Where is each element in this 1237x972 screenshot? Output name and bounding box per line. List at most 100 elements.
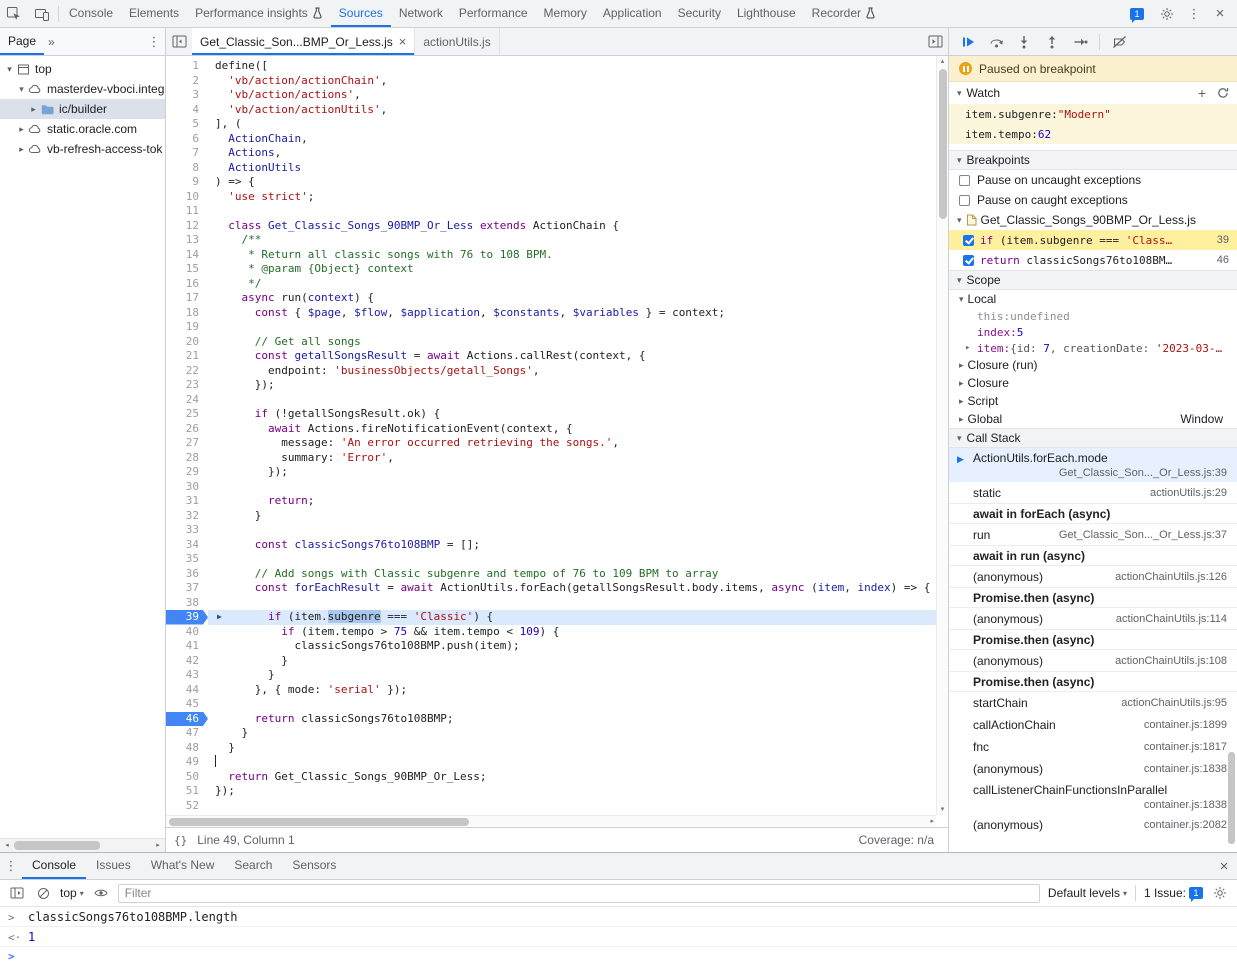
deactivate-breakpoints-icon[interactable] xyxy=(1110,33,1128,51)
line-number[interactable]: 45 xyxy=(166,697,208,712)
scope-section-closure-run[interactable]: ▸Closure (run) xyxy=(949,356,1237,374)
line-number[interactable]: 11 xyxy=(166,204,208,219)
line-number[interactable]: 44 xyxy=(166,683,208,698)
code-text[interactable]: } xyxy=(208,668,936,683)
watch-item[interactable]: item.subgenre: "Modern" xyxy=(949,104,1237,124)
tree-item-static-oracle-com[interactable]: ▸static.oracle.com xyxy=(0,119,165,139)
line-number[interactable]: 47 xyxy=(166,726,208,741)
tab-network[interactable]: Network xyxy=(391,0,451,27)
live-expression-eye-icon[interactable] xyxy=(92,884,110,902)
chevron-down-icon[interactable]: ▾ xyxy=(4,64,15,75)
code-text[interactable]: classicSongs76to108BMP.push(item); xyxy=(208,639,936,654)
log-levels-dropdown[interactable]: Default levels ▾ xyxy=(1048,886,1127,900)
code-text[interactable]: summary: 'Error', xyxy=(208,451,936,466)
tree-item-ic-builder[interactable]: ▸ic/builder xyxy=(0,99,165,119)
code-text[interactable]: 'use strict'; xyxy=(208,190,936,205)
code-text[interactable]: async run(context) { xyxy=(208,291,936,306)
line-number[interactable]: 38 xyxy=(166,596,208,611)
scrollbar-thumb[interactable] xyxy=(939,69,947,219)
drawer-menu-icon[interactable]: ⋮ xyxy=(0,858,22,874)
scope-section-local[interactable]: ▾Local xyxy=(949,290,1237,308)
code-text[interactable]: /** xyxy=(208,233,936,248)
code-lines[interactable]: 1define([2 'vb/action/actionChain',3 'vb… xyxy=(166,56,936,815)
drawer-tab-what-s-new[interactable]: What's New xyxy=(141,853,225,879)
tab-security[interactable]: Security xyxy=(670,0,729,27)
tab-performance[interactable]: Performance xyxy=(451,0,536,27)
tab-memory[interactable]: Memory xyxy=(536,0,595,27)
line-number[interactable]: 2 xyxy=(166,74,208,89)
issues-counter-icon[interactable]: 1 xyxy=(1123,0,1151,27)
code-text[interactable]: * Return all classic songs with 76 to 10… xyxy=(208,248,936,263)
console-input-row[interactable]: >classicSongs76to108BMP.length xyxy=(0,907,1237,927)
console-sidebar-icon[interactable] xyxy=(8,884,26,902)
line-number[interactable]: 5 xyxy=(166,117,208,132)
line-number[interactable]: 6 xyxy=(166,132,208,147)
file-tab-get-classic-son-bmp-or-less-js[interactable]: Get_Classic_Son...BMP_Or_Less.js× xyxy=(192,28,415,55)
toggle-debugger-sidebar-icon[interactable] xyxy=(922,28,948,55)
code-text[interactable] xyxy=(208,697,936,712)
scope-section-closure[interactable]: ▸Closure xyxy=(949,374,1237,392)
line-number[interactable]: 10 xyxy=(166,190,208,205)
line-number[interactable]: 7 xyxy=(166,146,208,161)
code-text[interactable]: define([ xyxy=(208,59,936,74)
stack-frame-static[interactable]: staticactionUtils.js:29 xyxy=(949,482,1237,504)
line-number[interactable]: 40 xyxy=(166,625,208,640)
step-over-icon[interactable] xyxy=(987,33,1005,51)
chevron-right-icon[interactable]: ▸ xyxy=(16,144,27,155)
code-text[interactable]: endpoint: 'businessObjects/getall_Songs'… xyxy=(208,364,936,379)
line-number[interactable]: 18 xyxy=(166,306,208,321)
line-number[interactable]: 36 xyxy=(166,567,208,582)
line-number[interactable]: 28 xyxy=(166,451,208,466)
line-number[interactable]: 37 xyxy=(166,581,208,596)
pretty-print-icon[interactable]: {} xyxy=(174,834,187,847)
line-number[interactable]: 4 xyxy=(166,103,208,118)
close-devtools-icon[interactable]: × xyxy=(1207,5,1233,22)
scroll-right-icon[interactable]: ▸ xyxy=(930,816,934,828)
code-text[interactable] xyxy=(208,393,936,408)
navigator-horizontal-scrollbar[interactable]: ◂ ▸ xyxy=(0,838,165,852)
code-text[interactable]: ], ( xyxy=(208,117,936,132)
code-text[interactable]: ) => { xyxy=(208,175,936,190)
code-text[interactable]: message: 'An error occurred retrieving t… xyxy=(208,436,936,451)
scope-variable-item[interactable]: ▸item: {id: 7, creationDate: '2023-03-… xyxy=(949,340,1237,356)
stack-frame-startchain[interactable]: startChainactionChainUtils.js:95 xyxy=(949,692,1237,714)
scope-variable-index[interactable]: index: 5 xyxy=(949,324,1237,340)
console-messages[interactable]: >classicSongs76to108BMP.length<·1> xyxy=(0,907,1237,972)
breakpoint-entry[interactable]: if (item.subgenre === 'Class…39 xyxy=(949,230,1237,250)
more-navigator-tabs-icon[interactable]: » xyxy=(44,35,59,49)
line-number[interactable]: 17 xyxy=(166,291,208,306)
line-number[interactable]: 25 xyxy=(166,407,208,422)
line-number[interactable]: 52 xyxy=(166,799,208,814)
tree-item-masterdev-vboci-integ[interactable]: ▾masterdev-vboci.integ xyxy=(0,79,165,99)
code-text[interactable]: const getallSongsResult = await Actions.… xyxy=(208,349,936,364)
line-number[interactable]: 33 xyxy=(166,523,208,538)
line-number[interactable]: 42 xyxy=(166,654,208,669)
resume-script-icon[interactable] xyxy=(959,33,977,51)
code-text[interactable]: ActionUtils xyxy=(208,161,936,176)
code-text[interactable] xyxy=(208,204,936,219)
code-text[interactable]: */ xyxy=(208,277,936,292)
tab-performance-insights[interactable]: Performance insights xyxy=(187,0,331,27)
drawer-tab-console[interactable]: Console xyxy=(22,853,86,879)
line-number[interactable]: 50 xyxy=(166,770,208,785)
line-number[interactable]: 41 xyxy=(166,639,208,654)
code-text[interactable] xyxy=(208,596,936,611)
stack-frame-anonymous[interactable]: (anonymous)container.js:2082 xyxy=(949,814,1237,836)
code-text[interactable]: ActionChain, xyxy=(208,132,936,147)
scope-variable-this[interactable]: this: undefined xyxy=(949,308,1237,324)
drawer-tab-search[interactable]: Search xyxy=(224,853,282,879)
code-text[interactable]: * @param {Object} context xyxy=(208,262,936,277)
line-number[interactable]: 9 xyxy=(166,175,208,190)
line-number[interactable]: 3 xyxy=(166,88,208,103)
line-number[interactable]: 27 xyxy=(166,436,208,451)
code-text[interactable] xyxy=(208,480,936,495)
add-watch-icon[interactable]: + xyxy=(1192,85,1212,101)
code-text[interactable]: if (!getallSongsResult.ok) { xyxy=(208,407,936,422)
step-into-icon[interactable] xyxy=(1015,33,1033,51)
step-out-icon[interactable] xyxy=(1043,33,1061,51)
code-text[interactable]: } xyxy=(208,726,936,741)
stack-frame-anonymous[interactable]: (anonymous)actionChainUtils.js:126 xyxy=(949,566,1237,588)
line-number[interactable]: 23 xyxy=(166,378,208,393)
watch-item[interactable]: item.tempo: 62 xyxy=(949,124,1237,144)
chevron-right-icon[interactable]: ▸ xyxy=(16,124,27,135)
